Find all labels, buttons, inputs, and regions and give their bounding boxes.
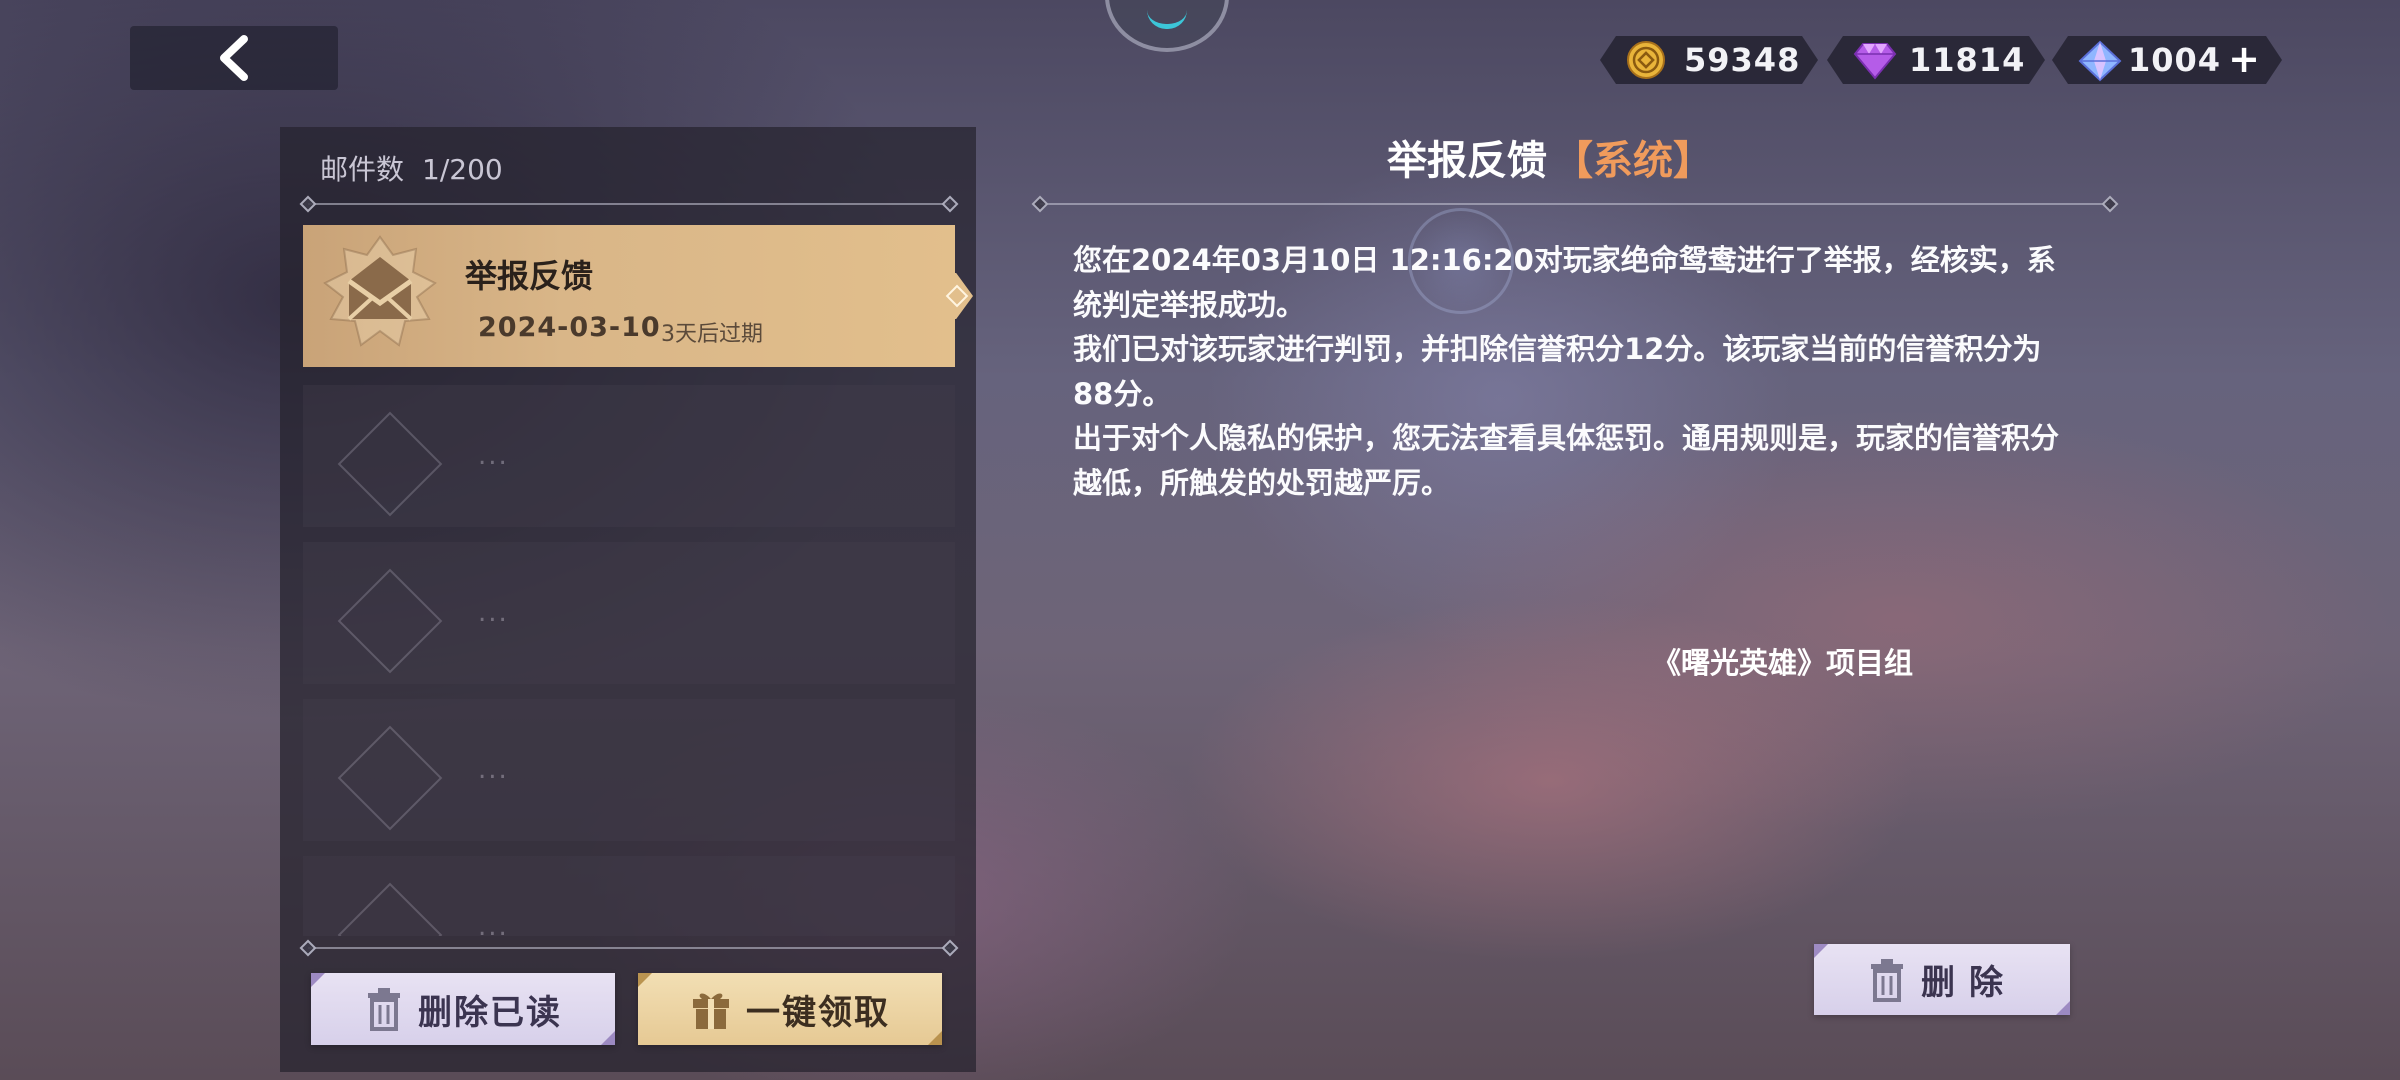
mail-envelope-icon <box>323 235 437 347</box>
mail-item-empty: ... <box>303 699 955 841</box>
mail-detail-paragraph: 我们已对该玩家进行判罚，并扣除信誉积分12分。该玩家当前的信誉积分为88分。 <box>1073 332 2042 411</box>
gold-currency: 59348 <box>1600 36 1818 84</box>
mail-signature: 《曙光英雄》项目组 <box>1652 646 1914 680</box>
mail-item-empty: ... <box>303 542 955 684</box>
trash-icon <box>368 988 400 1031</box>
mail-item-expire: 3天后过期 <box>661 322 763 347</box>
mail-list-top-divider <box>308 203 950 205</box>
mail-item-empty: ... <box>303 385 955 527</box>
gem-amount: 11814 <box>1909 41 2026 79</box>
empty-slot-placeholder: ... <box>478 755 509 785</box>
mail-detail-title-text: 举报反馈 <box>1387 138 1547 184</box>
empty-slot-placeholder: ... <box>478 912 509 936</box>
mail-list-bottom-divider <box>308 947 950 949</box>
delete-mail-button[interactable]: 删除 <box>1814 944 2070 1015</box>
claim-all-label: 一键领取 <box>746 992 890 1033</box>
gold-amount: 59348 <box>1684 41 1801 79</box>
empty-slot-diamond-icon <box>337 411 443 517</box>
empty-slot-placeholder: ... <box>478 598 509 628</box>
mail-count-value: 1/200 <box>422 153 503 186</box>
back-button[interactable] <box>130 26 338 90</box>
empty-slot-placeholder: ... <box>478 441 509 471</box>
empty-slot-diamond-icon <box>337 725 443 831</box>
mail-detail-tag: 【系统】 <box>1553 138 1713 184</box>
empty-slot-diamond-icon <box>337 568 443 674</box>
mail-detail-divider <box>1040 203 2110 205</box>
chevron-left-icon <box>220 35 248 81</box>
purple-gem-icon <box>1853 40 1897 80</box>
delete-read-button[interactable]: 删除已读 <box>311 973 615 1045</box>
gift-icon <box>693 993 729 1029</box>
blue-crystal-icon <box>2078 40 2122 82</box>
mail-detail-body: 您在2024年03月10日 12:16:20对玩家绝命鸳鸯进行了举报，经核实，系… <box>1073 238 2073 505</box>
mail-detail-paragraph: 出于对个人隐私的保护，您无法查看具体惩罚。通用规则是，玩家的信誉积分越低，所触发… <box>1073 421 2060 500</box>
mail-item-empty: ... <box>303 856 955 936</box>
crystal-currency: 1004 + <box>2052 36 2282 84</box>
gold-coin-icon <box>1626 40 1666 80</box>
trash-icon <box>1871 958 1903 1002</box>
mail-count: 邮件数 1/200 <box>320 148 503 188</box>
top-menu-orb[interactable] <box>1105 0 1229 52</box>
add-crystal-button[interactable]: + <box>2228 42 2260 76</box>
crystal-amount: 1004 <box>2128 41 2222 79</box>
empty-slot-diamond-icon <box>337 882 443 936</box>
mail-detail-paragraph: 您在2024年03月10日 12:16:20对玩家绝命鸳鸯进行了举报，经核实，系… <box>1073 243 2056 322</box>
mail-detail-title: 举报反馈 【系统】 <box>1000 128 2100 186</box>
gem-currency: 11814 <box>1827 36 2045 84</box>
claim-all-button[interactable]: 一键领取 <box>638 973 942 1045</box>
mail-item-date: 2024-03-10 <box>478 312 661 343</box>
delete-mail-label: 删除 <box>1921 963 2017 1003</box>
mail-item-title: 举报反馈 <box>465 257 594 295</box>
delete-read-label: 删除已读 <box>418 992 562 1033</box>
mail-item-selected[interactable]: 举报反馈 2024-03-10 3天后过期 <box>303 225 973 367</box>
mail-count-label: 邮件数 <box>320 153 405 186</box>
